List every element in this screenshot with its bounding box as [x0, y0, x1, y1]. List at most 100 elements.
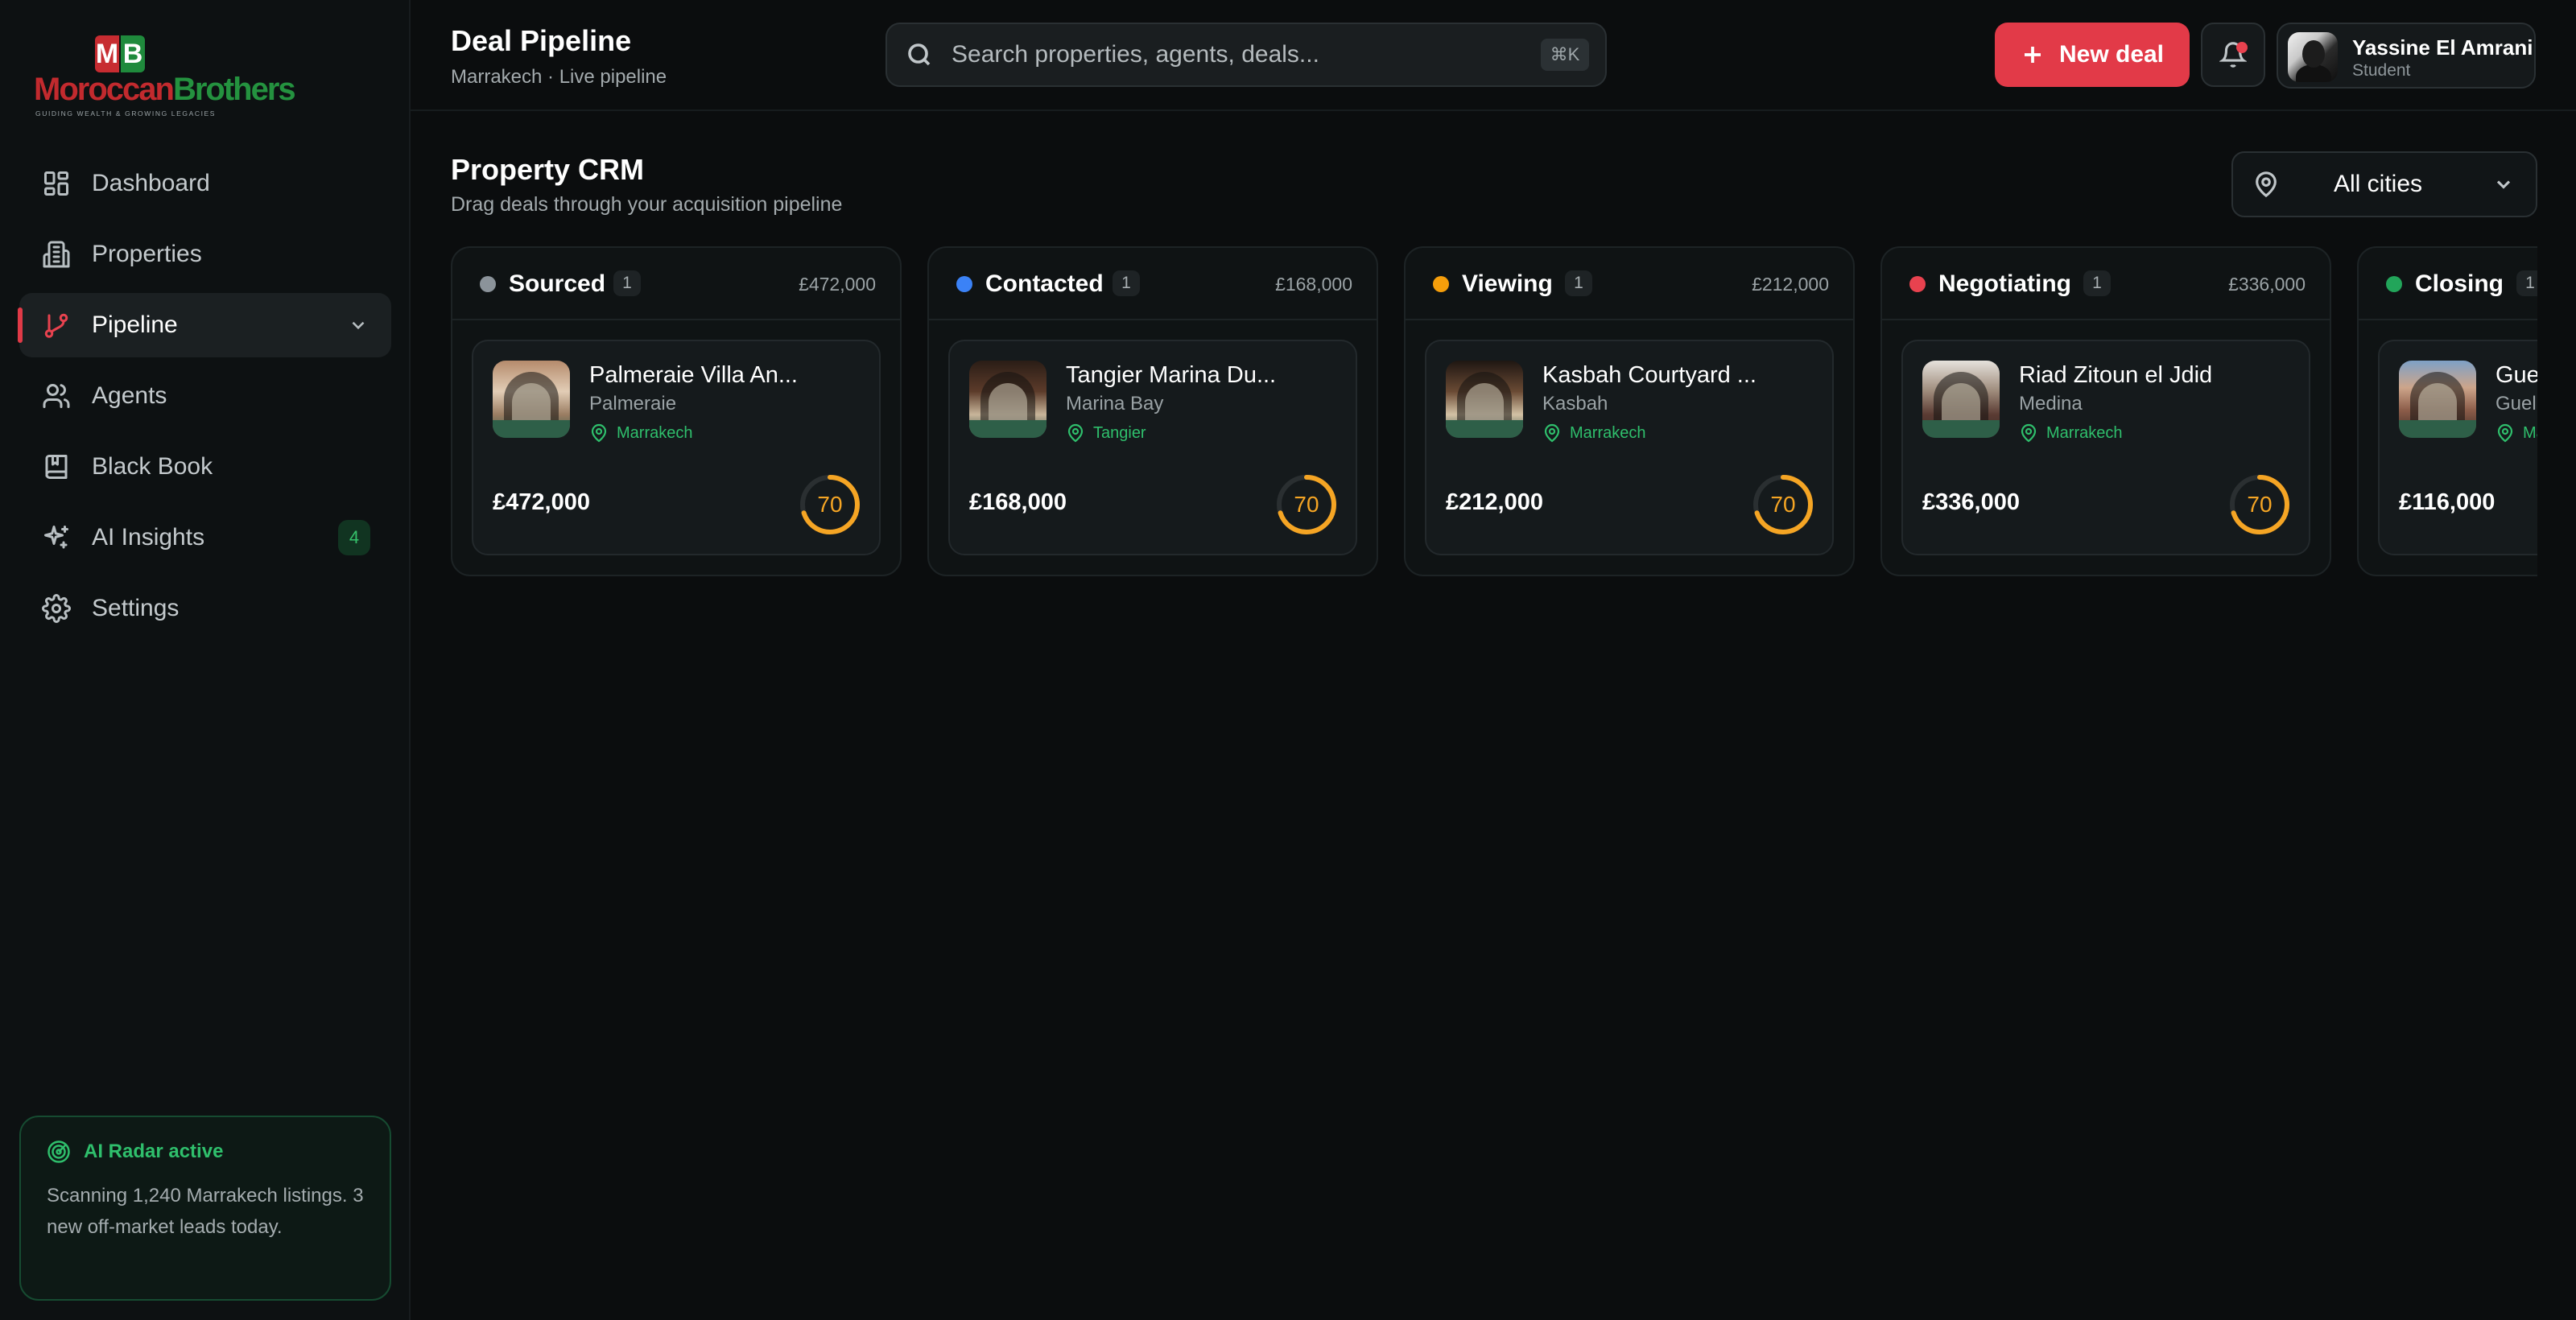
column-title: Closing — [2415, 270, 2504, 297]
column-title: Negotiating — [1938, 270, 2071, 297]
deal-card[interactable]: Riad Zitoun el Jdid Medina Marrakech £33… — [1901, 340, 2310, 555]
ai-radar-panel: AI Radar active Scanning 1,240 Marrakech… — [19, 1116, 391, 1301]
new-deal-button[interactable]: New deal — [1995, 23, 2190, 87]
sidebar-item-label: Pipeline — [92, 311, 178, 338]
logo-wordmark: MoroccanBrothers — [34, 71, 296, 108]
deal-card[interactable]: Tangier Marina Du... Marina Bay Tangier … — [948, 340, 1357, 555]
sidebar-item-label: Dashboard — [92, 170, 210, 196]
pipeline-column-negotiating: Negotiating 1 £336,000 Riad Zitoun el Jd… — [1880, 246, 2331, 576]
user-menu[interactable]: Yassine El Amrani Student — [2277, 23, 2536, 89]
page-subtitle: Marrakech · Live pipeline — [451, 66, 667, 88]
git-branch-icon — [42, 311, 71, 340]
page-title: Deal Pipeline — [451, 24, 632, 57]
stage-dot — [1433, 276, 1449, 292]
deal-card[interactable]: Palmeraie Villa An... Palmeraie Marrakec… — [472, 340, 881, 555]
gear-icon — [42, 594, 71, 623]
sidebar-item-settings[interactable]: Settings — [19, 576, 391, 641]
section-subtitle: Drag deals through your acquisition pipe… — [451, 193, 843, 216]
column-count-badge: 1 — [1113, 270, 1140, 296]
sidebar-item-pipeline[interactable]: Pipeline — [18, 293, 391, 357]
column-title: Viewing — [1462, 270, 1553, 297]
property-area: Marina Bay — [1066, 393, 1164, 415]
sidebar-item-agents[interactable]: Agents — [19, 364, 391, 428]
column-total: £336,000 — [2228, 274, 2306, 295]
column-header: Closing 1 — [2359, 248, 2537, 320]
sidebar-item-label: Black Book — [92, 453, 213, 480]
column-header: Contacted 1 £168,000 — [929, 248, 1377, 320]
city-filter-select[interactable]: All cities — [2231, 151, 2537, 217]
count-badge: 4 — [338, 520, 370, 555]
map-pin-icon — [591, 423, 607, 443]
deal-score-value: 70 — [1770, 492, 1796, 517]
radar-icon — [47, 1141, 70, 1163]
deal-score-ring: 70 — [1752, 473, 1814, 536]
deal-price: £336,000 — [1922, 489, 2020, 515]
column-header: Viewing 1 £212,000 — [1406, 248, 1853, 320]
notifications-button[interactable] — [2201, 23, 2265, 87]
logo-word-green: Brothers — [172, 72, 296, 107]
search-bar[interactable]: ⌘K — [886, 23, 1607, 87]
deal-score-value: 70 — [817, 492, 843, 517]
property-area: Guel — [2496, 393, 2537, 415]
radar-header: AI Radar active — [47, 1140, 364, 1164]
stage-dot — [1909, 276, 1926, 292]
pipeline-column-contacted: Contacted 1 £168,000 Tangier Marina Du..… — [927, 246, 1378, 576]
section-title: Property CRM — [451, 153, 645, 186]
property-city-label: Marrakech — [2046, 423, 2123, 442]
chevron-down-icon — [2496, 180, 2511, 189]
column-title: Sourced — [509, 270, 606, 297]
property-thumbnail — [1446, 361, 1523, 438]
main-content: Property CRM Drag deals through your acq… — [411, 113, 2576, 1320]
sidebar-nav: Dashboard Properties Pipeline Agents Bla… — [18, 151, 391, 647]
pipeline-column-sourced: Sourced 1 £472,000 Palmeraie Villa An...… — [451, 246, 902, 576]
pipeline-column-viewing: Viewing 1 £212,000 Kasbah Courtyard ... … — [1404, 246, 1855, 576]
logo-mark: M B — [95, 35, 151, 72]
new-deal-label: New deal — [2058, 41, 2165, 68]
stage-dot — [2386, 276, 2402, 292]
book-icon — [42, 452, 71, 481]
sidebar-item-ai-insights[interactable]: AI Insights 4 — [19, 505, 391, 570]
deal-score-ring: 70 — [2228, 473, 2291, 536]
property-name: Tangier Marina Du... — [1066, 362, 1277, 388]
logo-word-red: Moroccan — [34, 72, 175, 107]
chevron-down-icon[interactable] — [348, 315, 369, 336]
property-city: Marrakech — [2019, 423, 2122, 443]
property-name: Gue — [2496, 362, 2537, 388]
column-count-badge: 1 — [2516, 270, 2537, 296]
users-icon — [42, 382, 71, 410]
notification-dot — [2236, 42, 2248, 53]
stage-dot — [956, 276, 972, 292]
deal-card[interactable]: Kasbah Courtyard ... Kasbah Marrakech £2… — [1425, 340, 1834, 555]
column-header: Sourced 1 £472,000 — [452, 248, 900, 320]
property-name: Kasbah Courtyard ... — [1542, 362, 1757, 388]
user-role: Student — [2352, 61, 2411, 80]
property-city: Tangier — [1066, 423, 1146, 443]
sidebar: M B MoroccanBrothers GUIDING WEALTH & GR… — [0, 0, 411, 1320]
deal-price: £212,000 — [1446, 489, 1543, 515]
radar-title: AI Radar active — [84, 1141, 224, 1162]
search-input[interactable] — [952, 41, 1515, 68]
property-area: Medina — [2019, 393, 2083, 415]
grid-icon — [42, 169, 71, 198]
map-pin-icon — [2256, 171, 2277, 198]
property-area: Kasbah — [1542, 393, 1608, 415]
sidebar-item-properties[interactable]: Properties — [19, 222, 391, 287]
property-city-label: Marrakech — [1570, 423, 1646, 442]
deal-card[interactable]: Gue Guel Ma £116,000 — [2378, 340, 2537, 555]
brand-logo[interactable]: M B MoroccanBrothers GUIDING WEALTH & GR… — [34, 35, 296, 118]
deal-score-ring: 70 — [799, 473, 861, 536]
property-city-label: Marrakech — [617, 423, 693, 442]
deal-price: £168,000 — [969, 489, 1067, 515]
property-thumbnail — [969, 361, 1046, 438]
property-city: Marrakech — [1542, 423, 1645, 443]
logo-tagline: GUIDING WEALTH & GROWING LEGACIES — [35, 109, 217, 118]
property-city: Ma — [2496, 423, 2537, 443]
sidebar-item-dashboard[interactable]: Dashboard — [19, 151, 391, 216]
map-pin-icon — [2497, 423, 2513, 443]
column-total: £212,000 — [1752, 274, 1829, 295]
sidebar-item-black-book[interactable]: Black Book — [19, 435, 391, 499]
radar-text: Scanning 1,240 Marrakech listings. 3 new… — [47, 1185, 364, 1238]
map-pin-icon — [1544, 423, 1560, 443]
sidebar-item-label: Agents — [92, 382, 167, 409]
sidebar-item-label: Properties — [92, 241, 202, 267]
